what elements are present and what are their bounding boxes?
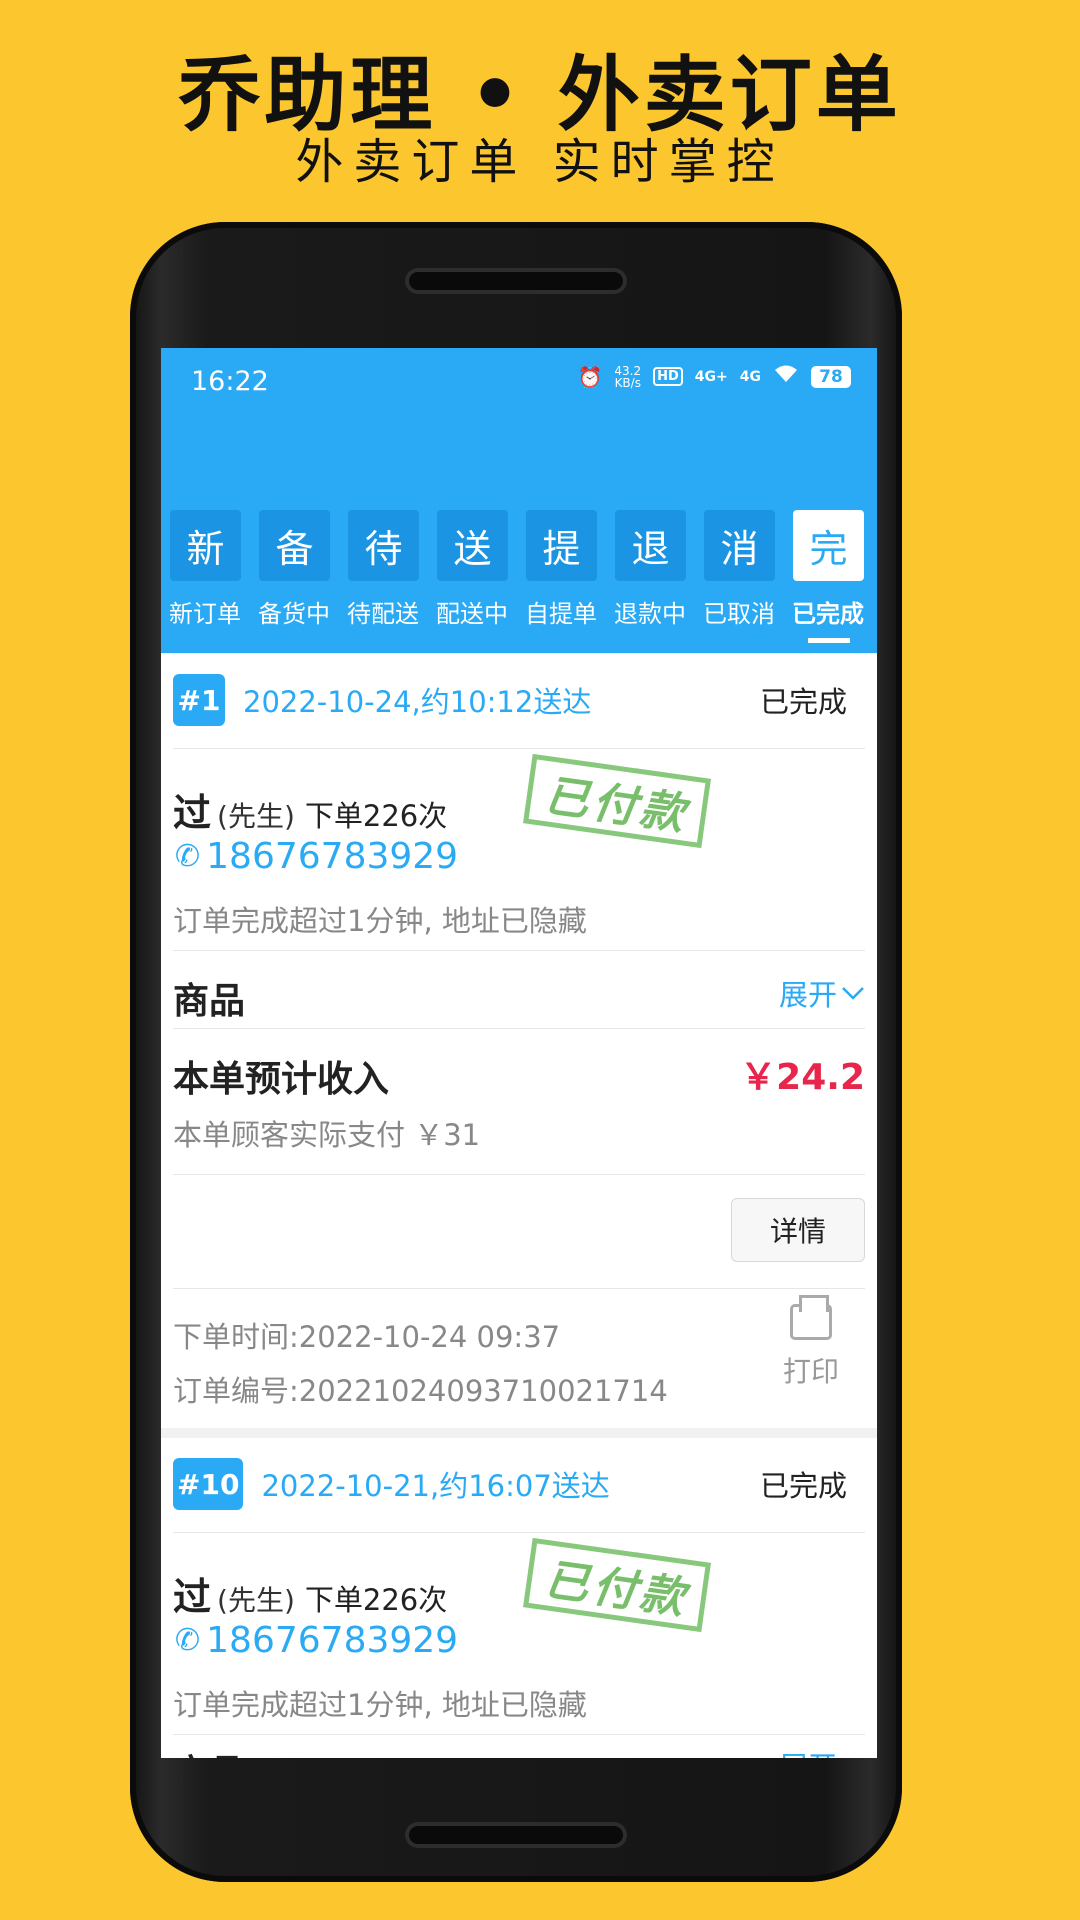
tab-7[interactable]: 消已取消 (699, 510, 788, 650)
status-time: 16:22 (191, 366, 269, 397)
goods-label: 商品 (173, 981, 246, 1022)
app-header: 16:22 ⏰ 43.2 KB/s HD 4G+ 4G 78 新新订单备备货中待… (161, 348, 877, 653)
tab-badge: 送 (437, 510, 508, 581)
detail-button[interactable]: 详情 (731, 1198, 865, 1262)
paid-stamp: 已付款 (523, 1537, 711, 1633)
expand-goods-button[interactable]: 展开 (779, 1744, 865, 1758)
phone-screen: 16:22 ⏰ 43.2 KB/s HD 4G+ 4G 78 新新订单备备货中待… (161, 348, 877, 1758)
customer-phone-link[interactable]: ✆ 18676783929 (175, 836, 458, 877)
tab-label: 已取消 (703, 600, 775, 628)
order-number-badge: #1 (173, 674, 225, 726)
printer-icon (790, 1295, 832, 1340)
order-header: #10 2022-10-21,约16:07送达 已完成 (173, 1458, 865, 1510)
order-eta: 2022-10-24,约10:12送达 (243, 685, 592, 719)
phone-icon: ✆ (175, 839, 201, 874)
tab-badge: 完 (793, 510, 864, 581)
expand-label: 展开 (778, 978, 837, 1012)
divider (173, 748, 865, 749)
order-card[interactable]: #10 2022-10-21,约16:07送达 已完成 过 (先生) 下单226… (161, 1438, 877, 1758)
customer-info: 过 (先生) 下单226次 (173, 782, 447, 837)
tab-5[interactable]: 提自提单 (521, 510, 610, 650)
tab-badge: 退 (615, 510, 686, 581)
tab-label: 新订单 (169, 600, 241, 628)
address-note: 订单完成超过1分钟, 地址已隐藏 (173, 904, 587, 938)
customer-phone: 18676783929 (206, 1620, 459, 1661)
phone-icon: ✆ (175, 1623, 201, 1658)
print-label: 打印 (782, 1355, 839, 1388)
goods-label: 商品 (173, 1744, 245, 1758)
tab-6[interactable]: 退退款中 (610, 510, 699, 650)
tab-badge: 消 (704, 510, 775, 581)
tab-2[interactable]: 备备货中 (254, 510, 343, 650)
order-status: 已完成 (759, 1469, 847, 1503)
hd-icon: HD (653, 367, 683, 386)
tab-badge: 新 (170, 510, 241, 581)
income-value: ￥24.2 (740, 1057, 865, 1098)
paid-stamp: 已付款 (523, 753, 711, 849)
tab-badge: 提 (526, 510, 597, 581)
net-speed-unit: KB/s (614, 375, 641, 390)
wifi-icon (773, 364, 799, 389)
order-card[interactable]: #1 2022-10-24,约10:12送达 已完成 过 (先生) 下单226次… (161, 654, 877, 1428)
promo-page: 乔助理 • 外卖订单 外卖订单 实时掌控 16:22 ⏰ 43.2 KB/s H… (0, 0, 1080, 1920)
net-speed: 43.2 KB/s (614, 365, 641, 389)
order-header: #1 2022-10-24,约10:12送达 已完成 (173, 674, 865, 726)
status-icons: ⏰ 43.2 KB/s HD 4G+ 4G 78 (577, 364, 851, 389)
phone-speaker-bottom (405, 1822, 627, 1848)
customer-name: 过 (173, 1575, 212, 1619)
order-status-tabs: 新新订单备备货中待待配送送配送中提自提单退退款中消已取消完已完成 (165, 510, 877, 650)
order-status: 已完成 (759, 685, 847, 719)
order-number-badge: #10 (173, 1458, 244, 1510)
order-count: 下单226次 (304, 799, 448, 833)
divider (173, 1288, 865, 1289)
address-note: 订单完成超过1分钟, 地址已隐藏 (173, 1688, 587, 1722)
signal-icon: 4G (739, 368, 761, 385)
tab-3[interactable]: 待待配送 (343, 510, 432, 650)
tab-badge: 备 (259, 510, 330, 581)
tab-8[interactable]: 完已完成 (788, 510, 877, 650)
expand-goods-button[interactable]: 展开 (779, 972, 865, 1014)
order-count: 下单226次 (304, 1583, 448, 1617)
promo-subtitle: 外卖订单 实时掌控 (295, 134, 785, 190)
income-label: 本单预计收入 (173, 1059, 390, 1100)
chevron-down-icon (841, 1751, 865, 1758)
tab-badge: 待 (348, 510, 419, 581)
customer-phone-link[interactable]: ✆ 18676783929 (175, 1620, 458, 1661)
tab-label: 退款中 (614, 600, 686, 628)
signal-icon: 4G+ (694, 368, 728, 385)
expand-label: 展开 (779, 1744, 837, 1758)
active-tab-indicator (808, 638, 850, 643)
tab-label: 待配送 (347, 600, 419, 628)
customer-phone: 18676783929 (206, 836, 459, 877)
chevron-down-icon (841, 979, 865, 1007)
divider (173, 1028, 865, 1029)
tab-4[interactable]: 送配送中 (432, 510, 521, 650)
tab-label: 配送中 (436, 600, 508, 628)
customer-title: (先生) (217, 1584, 295, 1617)
paid-amount-note: 本单顾客实际支付 ￥31 (173, 1118, 481, 1152)
tab-label: 备货中 (258, 600, 330, 628)
divider (173, 1532, 865, 1533)
tab-1[interactable]: 新新订单 (165, 510, 254, 650)
divider (173, 950, 865, 951)
customer-info: 过 (先生) 下单226次 (173, 1566, 447, 1621)
print-button[interactable]: 打印 (771, 1295, 851, 1394)
tab-label: 自提单 (525, 600, 597, 628)
tab-label: 已完成 (792, 600, 864, 628)
order-eta: 2022-10-21,约16:07送达 (261, 1469, 610, 1503)
customer-title: (先生) (217, 800, 295, 833)
customer-name: 过 (173, 791, 212, 835)
phone-speaker-top (405, 268, 627, 294)
order-id: 订单编号:20221024093710021714 (173, 1374, 668, 1408)
battery-icon: 78 (811, 365, 851, 388)
order-time: 下单时间:2022-10-24 09:37 (173, 1320, 561, 1354)
alarm-icon: ⏰ (577, 364, 603, 389)
divider (173, 1734, 865, 1735)
divider (173, 1174, 865, 1175)
